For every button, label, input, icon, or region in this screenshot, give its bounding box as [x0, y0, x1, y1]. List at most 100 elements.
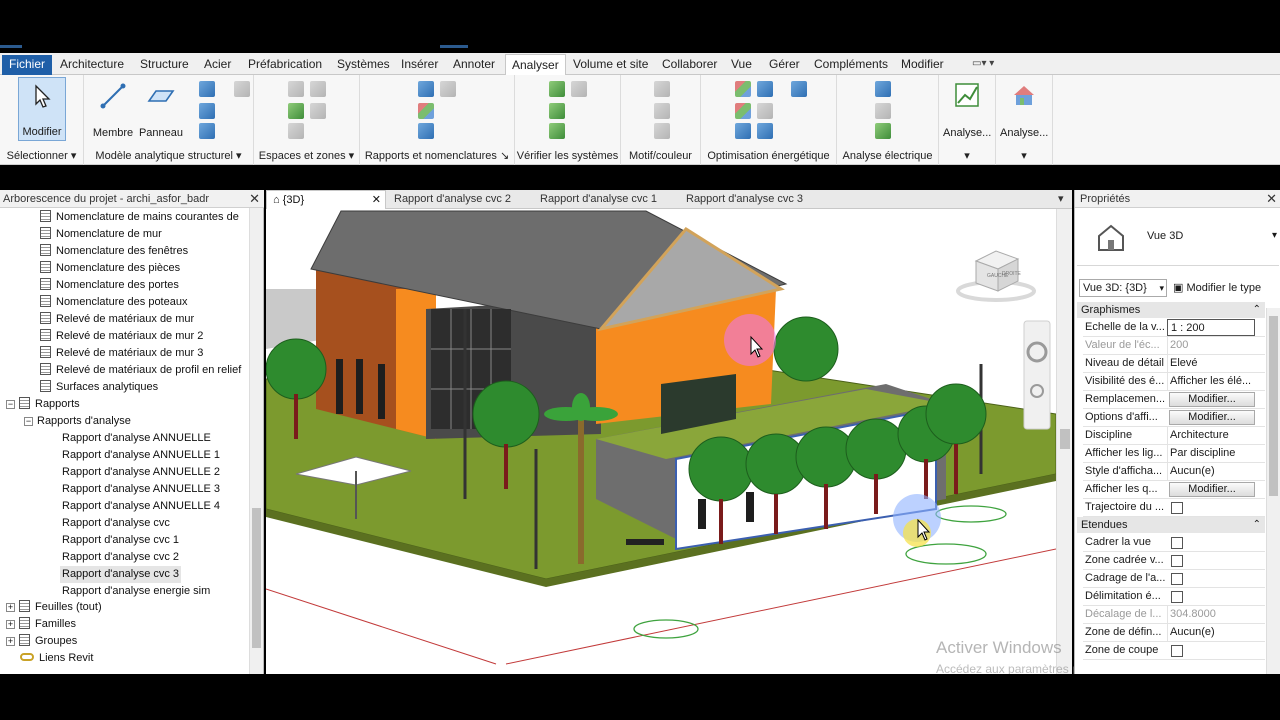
panel-analytical-label[interactable]: Modèle analytique structurel ▾	[84, 149, 253, 162]
tab-collaborer[interactable]: Collaborer	[656, 56, 723, 75]
tab-vue[interactable]: Vue	[725, 56, 758, 75]
panel-spaces-label[interactable]: Espaces et zones ▾	[254, 149, 359, 162]
duct-legend-icon[interactable]	[654, 81, 670, 97]
zone-icon[interactable]	[288, 103, 304, 119]
list-item[interactable]: Nomenclature des poteaux	[40, 294, 187, 311]
tree-node-feuilles[interactable]: + Feuilles (tout)	[6, 599, 102, 616]
list-item[interactable]: Nomenclature des pièces	[40, 260, 180, 277]
pipe-check-icon[interactable]	[549, 103, 565, 119]
prop-row[interactable]: Niveau de détail Elevé	[1083, 355, 1265, 373]
load-boundary-icon[interactable]	[875, 123, 891, 139]
disconnect-icon[interactable]	[234, 81, 250, 97]
list-item[interactable]: Relevé de matériaux de mur 2	[40, 328, 203, 345]
tab-rapport-cvc-1[interactable]: Rapport d'analyse cvc 1	[534, 190, 663, 209]
crop-region-visible-checkbox[interactable]	[1171, 555, 1183, 567]
close-icon[interactable]: ✕	[372, 191, 381, 210]
circuit-check-icon[interactable]	[549, 123, 565, 139]
crop-view-checkbox[interactable]	[1171, 537, 1183, 549]
load-areas-icon[interactable]	[875, 81, 891, 97]
list-item[interactable]: Rapport d'analyse ANNUELLE 3	[62, 481, 220, 498]
panel-schedule-icon[interactable]	[418, 123, 434, 139]
modify-type-button[interactable]: ▣ Modifier le type	[1173, 279, 1261, 297]
list-item[interactable]: Rapport d'analyse ANNUELLE	[62, 430, 211, 447]
expand-icon[interactable]: +	[6, 637, 15, 646]
tab-gerer[interactable]: Gérer	[763, 56, 806, 75]
color-scheme-icon[interactable]	[288, 123, 304, 139]
list-item[interactable]: Relevé de matériaux de mur	[40, 311, 194, 328]
expand-icon[interactable]: +	[6, 603, 15, 612]
list-item[interactable]: Rapport d'analyse ANNUELLE 2	[62, 464, 220, 481]
tree-node-familles[interactable]: + Familles	[6, 616, 76, 633]
membre-button[interactable]: Membre	[89, 77, 137, 141]
close-icon[interactable]: ✕	[1266, 190, 1277, 208]
analyse-button-1[interactable]: Analyse...	[943, 77, 991, 141]
panel-analysis-2-caret[interactable]: ▾	[996, 149, 1052, 162]
tree-node-rapports[interactable]: − Rapports	[6, 396, 80, 413]
tabs-menu-icon[interactable]: ▾	[1052, 190, 1070, 209]
panneau-button[interactable]: Panneau	[137, 77, 185, 141]
tab-fichier[interactable]: Fichier	[2, 55, 53, 75]
list-item[interactable]: Relevé de matériaux de mur 3	[40, 345, 203, 362]
tab-rapport-cvc-2[interactable]: Rapport d'analyse cvc 2	[388, 190, 517, 209]
panel-reports-label[interactable]: Rapports et nomenclatures ↘	[360, 149, 514, 162]
pipe-legend-icon[interactable]	[654, 103, 670, 119]
tab-structure[interactable]: Structure	[134, 56, 195, 75]
modify-display-options-button[interactable]: Modifier...	[1169, 410, 1255, 425]
list-item[interactable]: Rapport d'analyse cvc	[62, 515, 170, 532]
modifier-button[interactable]: Modifier	[18, 77, 66, 141]
tab-3d-view[interactable]: ⌂ {3D} ✕	[266, 190, 386, 209]
list-item[interactable]: Rapport d'analyse cvc 1	[62, 532, 179, 549]
space-separator-icon[interactable]	[310, 81, 326, 97]
tab-rapport-cvc-3[interactable]: Rapport d'analyse cvc 3	[680, 190, 809, 209]
tab-acier[interactable]: Acier	[198, 56, 237, 75]
tree-node-liens-revit[interactable]: Liens Revit	[20, 650, 93, 667]
tree-node-rapports-analyse[interactable]: − Rapports d'analyse	[24, 413, 131, 430]
energy-model-icon[interactable]	[757, 81, 773, 97]
collapse-icon[interactable]: −	[24, 417, 33, 426]
color-fill-icon[interactable]	[654, 123, 670, 139]
tab-modifier[interactable]: Modifier	[895, 56, 950, 75]
expand-icon[interactable]: +	[6, 620, 15, 629]
system-analysis-icon[interactable]	[791, 81, 807, 97]
list-item[interactable]: Rapport d'analyse cvc 2	[62, 549, 179, 566]
chevron-down-icon[interactable]: ▾	[1272, 230, 1277, 241]
create-energy-icon[interactable]	[735, 103, 751, 119]
analyse-button-2[interactable]: Analyse...	[1000, 77, 1048, 141]
viewport-scrollbar[interactable]	[1056, 209, 1072, 674]
list-item[interactable]: Nomenclature des portes	[40, 277, 179, 294]
tab-annoter[interactable]: Annoter	[447, 56, 501, 75]
list-item[interactable]: Rapport d'analyse energie sim	[62, 583, 210, 600]
reset-icon[interactable]	[199, 123, 215, 139]
list-item[interactable]: Rapport d'analyse ANNUELLE 4	[62, 498, 220, 515]
sun-path-checkbox[interactable]	[1171, 502, 1183, 514]
prop-row[interactable]: Afficher les lig... Par discipline	[1083, 445, 1265, 463]
schedule-icon[interactable]	[418, 81, 434, 97]
tab-inserer[interactable]: Insérer	[395, 56, 444, 75]
browser-scrollbar[interactable]	[249, 208, 263, 674]
list-item[interactable]: Surfaces analytiques	[40, 379, 158, 396]
insight-icon[interactable]	[735, 123, 751, 139]
ribbon-options-icon[interactable]: ▭▾ ▾	[972, 58, 994, 69]
tag-space-icon[interactable]	[310, 103, 326, 119]
scroll-thumb[interactable]	[252, 508, 261, 648]
annotation-crop-checkbox[interactable]	[1171, 573, 1183, 585]
warning-icon[interactable]	[571, 81, 587, 97]
list-item[interactable]: Relevé de matériaux de profil en relief	[40, 362, 241, 379]
tab-systemes[interactable]: Systèmes	[331, 56, 396, 75]
scale-input[interactable]: 1 : 200	[1167, 319, 1255, 336]
optimize-icon[interactable]	[757, 103, 773, 119]
3d-viewport[interactable]: GAUCHE DROITE	[266, 209, 1056, 674]
group-graphismes[interactable]: Graphismes ⌃	[1077, 302, 1265, 318]
tab-prefabrication[interactable]: Préfabrication	[242, 56, 328, 75]
scroll-thumb[interactable]	[1060, 429, 1070, 449]
space-icon[interactable]	[288, 81, 304, 97]
prop-row[interactable]: Style d'afficha... Aucun(e)	[1083, 463, 1265, 481]
tab-volume-et-site[interactable]: Volume et site	[567, 56, 654, 75]
graphic-schedule-icon[interactable]	[440, 81, 456, 97]
tab-analyser[interactable]: Analyser	[505, 54, 566, 76]
adjust-icon[interactable]	[199, 103, 215, 119]
properties-scrollbar[interactable]	[1266, 308, 1280, 674]
modify-overrides-button[interactable]: Modifier...	[1169, 392, 1255, 407]
group-etendues[interactable]: Etendues ⌃	[1077, 517, 1265, 533]
close-icon[interactable]: ✕	[249, 190, 260, 208]
